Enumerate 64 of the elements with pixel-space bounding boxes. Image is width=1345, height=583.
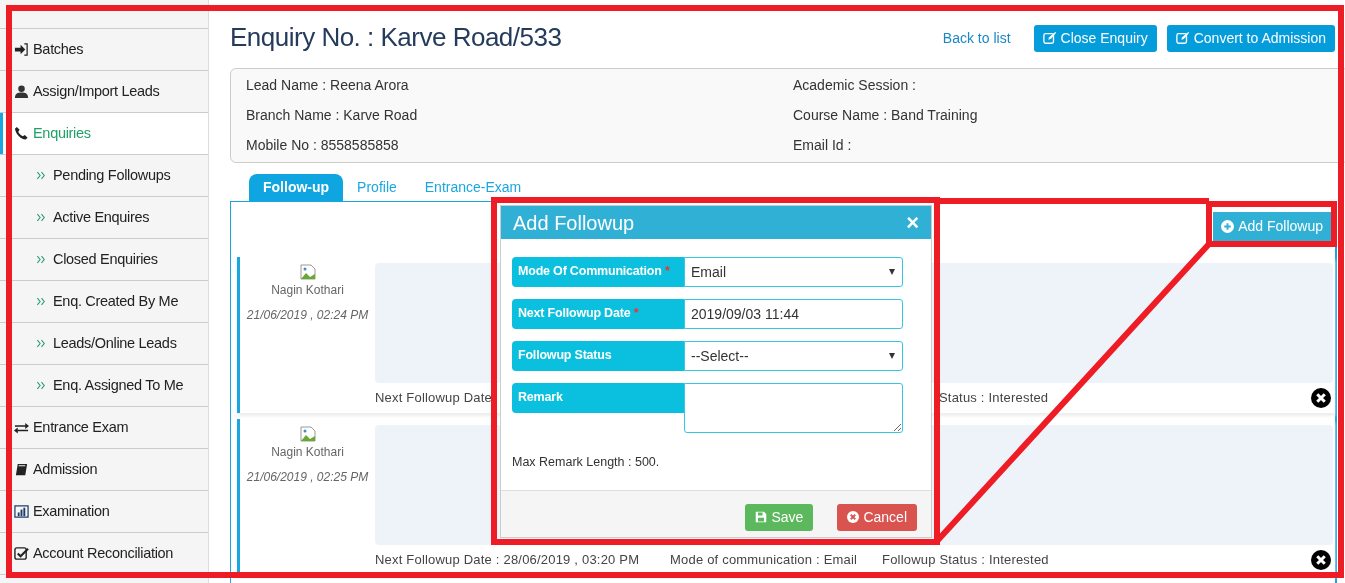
followup-detail: Next Followup Date xyxy=(375,389,493,408)
sidebar-item[interactable]: Enq. Assigned To Me xyxy=(0,365,208,407)
user-icon xyxy=(13,84,30,99)
remark-field[interactable] xyxy=(684,383,903,433)
field-label: Next Followup Date * xyxy=(512,299,684,329)
close-circle-icon xyxy=(847,511,860,524)
followup-detail: Next Followup Date : 28/06/2019 , 03:20 PM xyxy=(375,551,640,570)
sidebar-item[interactable]: Closed Enquiries xyxy=(0,239,208,281)
close-circle-icon[interactable] xyxy=(1311,550,1331,570)
followup-detail: Status : Interested xyxy=(939,389,1049,408)
info-text: Academic Session : xyxy=(793,76,917,95)
chevrons-icon xyxy=(36,296,47,307)
required-mark: * xyxy=(665,264,670,278)
phone-icon xyxy=(13,126,30,141)
select-field[interactable]: --Select-- xyxy=(684,341,903,371)
info-text: Course Name : Band Training xyxy=(793,106,979,125)
remark-note: Max Remark Length : 500. xyxy=(512,454,661,471)
info-text: Lead Name : Reena Arora xyxy=(246,76,410,95)
followup-date: 21/06/2019 , 02:24 PM xyxy=(246,307,369,324)
chevrons-icon xyxy=(36,338,47,349)
field-label: Mode Of Communication * xyxy=(512,257,684,287)
edit-icon xyxy=(1042,31,1057,45)
modal-title: Add Followup xyxy=(513,210,635,236)
back-link[interactable]: Back to list xyxy=(942,27,1011,49)
chevrons-icon xyxy=(36,380,47,391)
chevrons-icon xyxy=(36,254,47,265)
sidebar-item[interactable]: Pending Followups xyxy=(0,155,208,197)
author-name: Nagin Kothari xyxy=(271,444,344,461)
book-icon xyxy=(13,462,30,477)
required-mark: * xyxy=(633,306,639,320)
sidebar-item[interactable]: Batches xyxy=(0,29,208,71)
caret-icon xyxy=(888,269,896,275)
field-label: Remark xyxy=(512,383,684,413)
cancel-button[interactable]: Cancel xyxy=(837,503,917,531)
sign-in-icon xyxy=(13,42,30,57)
chevrons-icon xyxy=(36,170,47,181)
author-name: Nagin Kothari xyxy=(271,282,344,299)
sidebar-item[interactable]: Examination xyxy=(0,491,208,533)
followup-detail: Mode of communication : Email xyxy=(670,551,858,570)
chevrons-icon xyxy=(36,212,47,223)
info-text: Mobile No : 8558585858 xyxy=(246,136,400,155)
edit-icon xyxy=(1175,31,1190,45)
followup-date: 21/06/2019 , 02:25 PM xyxy=(246,469,369,486)
exchange-icon xyxy=(13,420,30,435)
info-text: Email Id : xyxy=(793,136,853,155)
close-circle-icon[interactable] xyxy=(1311,388,1331,408)
field-label: Followup Status xyxy=(512,341,684,371)
bar-chart-icon xyxy=(13,504,30,519)
checkbox-icon xyxy=(13,546,30,561)
sidebar-item[interactable]: Account Reconciliation xyxy=(0,533,208,575)
followup-detail: Followup Status : Interested xyxy=(882,551,1049,570)
sidebar-item[interactable]: Leads/Online Leads xyxy=(0,323,208,365)
broken-image-icon xyxy=(299,263,316,281)
plus-circle-icon xyxy=(1221,220,1235,233)
info-text: Branch Name : Karve Road xyxy=(246,106,419,125)
sidebar-item[interactable]: Enq. Created By Me xyxy=(0,281,208,323)
sidebar-item[interactable]: Active Enquires xyxy=(0,197,208,239)
broken-image-icon xyxy=(299,425,316,443)
page-title: Enquiry No. : Karve Road/533 xyxy=(230,22,562,54)
sidebar-item[interactable]: Admission xyxy=(0,449,208,491)
sidebar-item[interactable]: Entrance Exam xyxy=(0,407,208,449)
select-field[interactable]: Email xyxy=(684,257,903,287)
caret-icon xyxy=(888,353,896,359)
input-field[interactable]: 2019/09/03 11:44 xyxy=(684,299,903,329)
